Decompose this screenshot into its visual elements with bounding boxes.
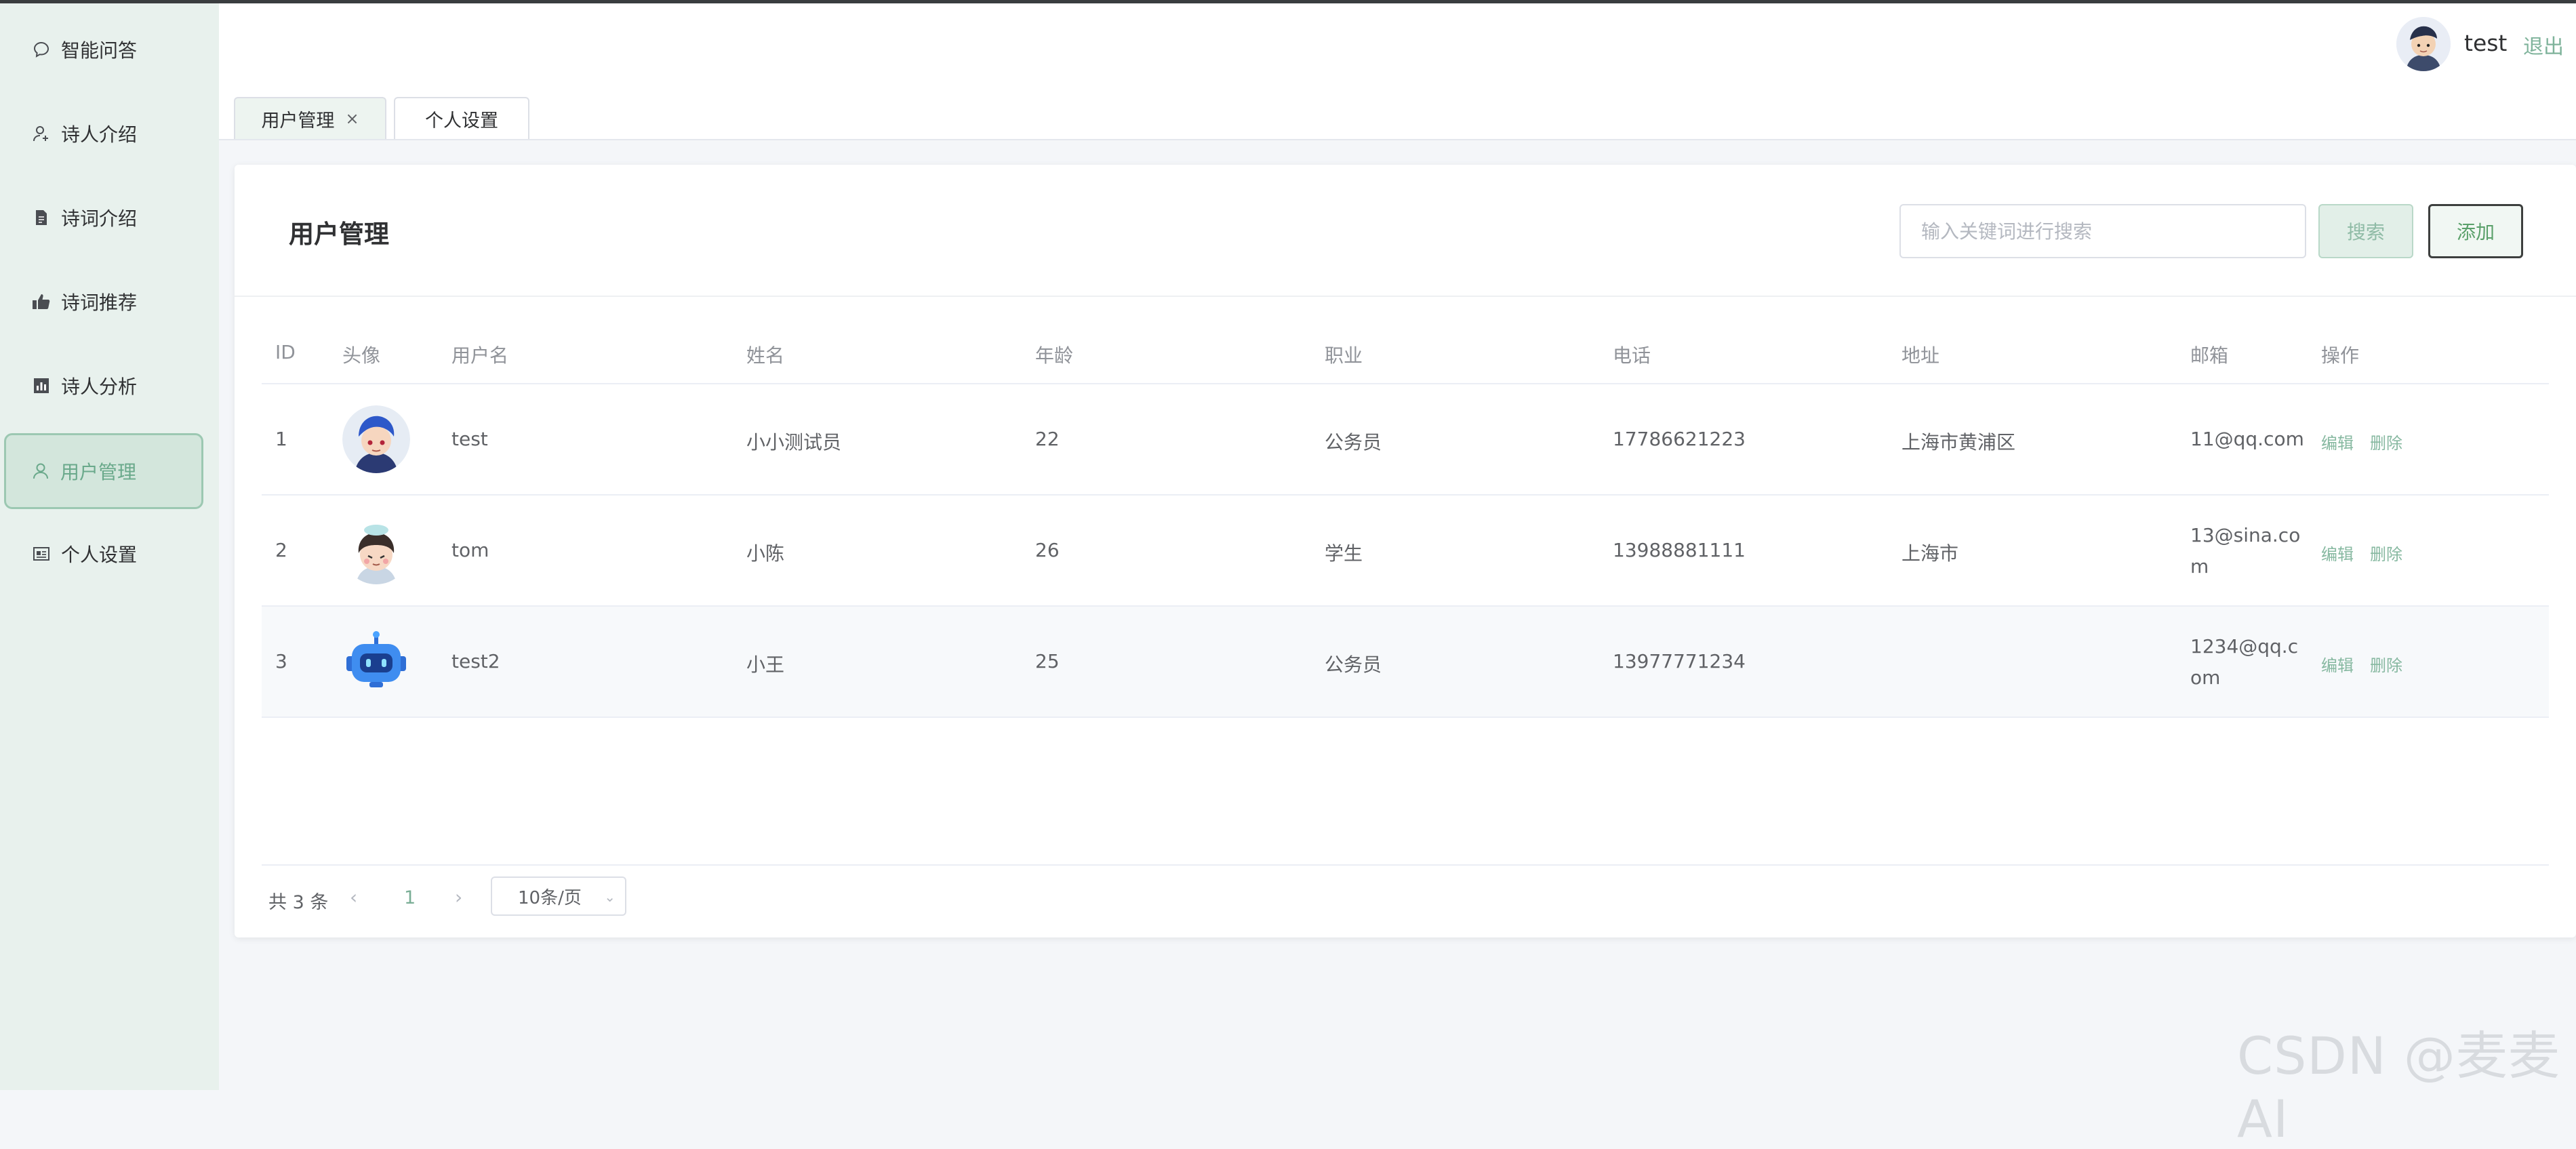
header-avatar[interactable] xyxy=(2396,17,2451,71)
cell-id: 1 xyxy=(275,428,287,450)
col-header-email: 邮箱 xyxy=(2190,344,2229,367)
sidebar-item-poets[interactable]: 诗人介绍 xyxy=(7,100,203,167)
cell-email-wrap: om xyxy=(2190,666,2221,689)
cell-phone: 13988881111 xyxy=(1613,539,1746,561)
next-page-button[interactable]: › xyxy=(455,886,462,908)
bar-chart-icon xyxy=(31,376,52,396)
cell-email: 1234@qq.c xyxy=(2190,635,2299,658)
sidebar-item-settings[interactable]: 个人设置 xyxy=(7,520,203,588)
avatar xyxy=(342,628,410,696)
sidebar-item-label: 诗词介绍 xyxy=(61,207,138,230)
cell-age: 26 xyxy=(1035,539,1060,561)
sidebar-item-qa[interactable]: 智能问答 xyxy=(7,16,203,83)
cell-username: test xyxy=(451,428,488,450)
cell-name: 小小测试员 xyxy=(746,431,842,453)
delete-button[interactable]: 删除 xyxy=(2370,430,2402,453)
add-user-button[interactable]: 添加 xyxy=(2428,204,2523,258)
col-header-avatar: 头像 xyxy=(342,344,381,367)
prev-page-button[interactable]: ‹ xyxy=(350,886,357,908)
document-icon xyxy=(31,207,52,228)
page-title: 用户管理 xyxy=(289,220,389,249)
tab-label: 用户管理 xyxy=(261,110,335,132)
close-icon[interactable]: × xyxy=(345,109,359,128)
sidebar-item-label: 用户管理 xyxy=(60,461,137,483)
col-header-id: ID xyxy=(275,341,296,363)
cell-name: 小王 xyxy=(746,653,785,676)
sidebar-item-label: 个人设置 xyxy=(61,544,138,566)
sidebar-item-users[interactable]: 用户管理 xyxy=(4,433,203,509)
col-header-age: 年龄 xyxy=(1035,344,1074,367)
sidebar-item-label: 智能问答 xyxy=(61,39,138,62)
cell-age: 22 xyxy=(1035,428,1060,450)
chat-bubble-icon xyxy=(31,39,52,60)
col-header-address: 地址 xyxy=(1901,344,1940,367)
cell-address: 上海市 xyxy=(1901,542,1959,565)
id-card-icon xyxy=(31,544,52,564)
table-row: 2 tom 小陈 26 学生 13988881111 上海市 13@sina.c… xyxy=(262,496,2549,607)
tab-label: 个人设置 xyxy=(425,110,498,132)
avatar xyxy=(342,405,410,473)
total-count: 共 3 条 xyxy=(268,892,329,913)
sidebar-item-label: 诗人介绍 xyxy=(61,123,138,146)
pagination: 共 3 条 ‹ 1 › 10条/页 ⌄ xyxy=(262,864,2549,939)
cell-job: 公务员 xyxy=(1325,431,1382,453)
table-row: 1 test 小小测试员 22 公务员 17786621223 上海市黄浦区 1… xyxy=(262,384,2549,496)
sidebar-item-recommend[interactable]: 诗词推荐 xyxy=(7,268,203,336)
edit-button[interactable]: 编辑 xyxy=(2321,430,2354,453)
logout-link[interactable]: 退出 xyxy=(2523,30,2564,60)
col-header-job: 职业 xyxy=(1325,344,1363,367)
chevron-down-icon: ⌄ xyxy=(604,889,616,905)
col-header-username: 用户名 xyxy=(451,344,509,367)
cell-username: test2 xyxy=(451,650,500,672)
cell-age: 25 xyxy=(1035,650,1060,672)
card-divider xyxy=(235,296,2576,297)
user-management-card: 用户管理 搜索 添加 ID 头像 用户名 姓名 年龄 职业 电话 地址 邮箱 操… xyxy=(235,165,2576,938)
sidebar-item-poems[interactable]: 诗词介绍 xyxy=(7,184,203,251)
cell-phone: 13977771234 xyxy=(1613,650,1746,672)
sidebar-item-label: 诗人分析 xyxy=(61,376,138,398)
col-header-phone: 电话 xyxy=(1613,344,1651,367)
cell-job: 学生 xyxy=(1325,542,1363,565)
cell-username: tom xyxy=(451,539,489,561)
header-username: test xyxy=(2464,30,2508,56)
delete-button[interactable]: 删除 xyxy=(2370,652,2402,676)
search-input[interactable] xyxy=(1899,204,2306,258)
col-header-name: 姓名 xyxy=(746,344,785,367)
cell-id: 2 xyxy=(275,539,287,561)
watermark: CSDN @麦麦AI xyxy=(2237,1026,2560,1149)
sidebar: 智能问答 诗人介绍 诗词介绍 诗词推荐 诗人分析 用户管理 个人设置 xyxy=(0,3,219,1090)
edit-button[interactable]: 编辑 xyxy=(2321,652,2354,676)
tab-settings[interactable]: 个人设置 xyxy=(394,97,529,139)
tabs-bar: 用户管理 × 个人设置 xyxy=(219,85,2576,140)
users-table: ID 头像 用户名 姓名 年龄 职业 电话 地址 邮箱 操作 1 test 小小… xyxy=(262,321,2549,718)
table-header: ID 头像 用户名 姓名 年龄 职业 电话 地址 邮箱 操作 xyxy=(262,321,2549,384)
page-size-value: 10条/页 xyxy=(518,887,582,908)
table-row: 3 test2 小王 25 公务员 13977771234 1234@qq.c … xyxy=(262,607,2549,718)
col-header-actions: 操作 xyxy=(2321,344,2360,367)
thumbs-up-icon xyxy=(31,291,52,312)
page-number[interactable]: 1 xyxy=(404,887,416,908)
search-button[interactable]: 搜索 xyxy=(2318,204,2413,258)
cell-job: 公务员 xyxy=(1325,653,1382,676)
cell-name: 小陈 xyxy=(746,542,785,565)
page-size-select[interactable]: 10条/页 ⌄ xyxy=(491,876,626,916)
cell-email: 13@sina.co xyxy=(2190,524,2301,546)
sidebar-item-analysis[interactable]: 诗人分析 xyxy=(7,352,203,420)
cell-id: 3 xyxy=(275,650,287,672)
cell-address: 上海市黄浦区 xyxy=(1901,431,2016,453)
cell-phone: 17786621223 xyxy=(1613,428,1746,450)
delete-button[interactable]: 删除 xyxy=(2370,541,2402,565)
cell-email-wrap: m xyxy=(2190,555,2209,578)
edit-button[interactable]: 编辑 xyxy=(2321,541,2354,565)
top-header xyxy=(219,3,2576,86)
user-icon xyxy=(31,461,51,481)
avatar xyxy=(342,517,410,584)
user-plus-icon xyxy=(31,123,52,144)
cell-email: 11@qq.com xyxy=(2190,428,2304,450)
tab-user-management[interactable]: 用户管理 × xyxy=(234,97,386,139)
sidebar-item-label: 诗词推荐 xyxy=(61,291,138,314)
